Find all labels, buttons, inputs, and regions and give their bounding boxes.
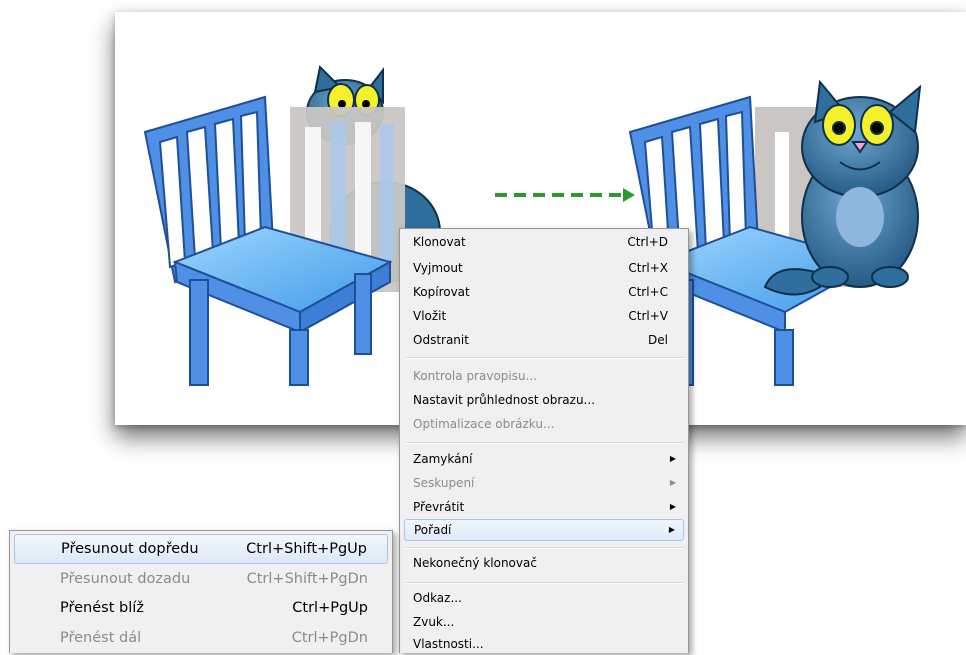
menu-item-odkaz[interactable]: Odkaz... — [404, 587, 684, 609]
submenu-item-prenest-dal[interactable]: Přenést dál Ctrl+PgDn — [14, 623, 388, 653]
menu-item-kopirovat[interactable]: Kopírovat Ctrl+C — [404, 281, 684, 303]
menu-item-vlastnosti[interactable]: Vlastnosti... — [404, 633, 684, 655]
submenu-item-presunout-dopredu[interactable]: Přesunout dopředu Ctrl+Shift+PgUp — [14, 534, 388, 564]
submenu-shortcut: Ctrl+Shift+PgUp — [246, 541, 367, 557]
menu-item-optimalizace-obrazku[interactable]: Optimalizace obrázku... — [404, 413, 684, 435]
menu-item-nekonecny-klonovac[interactable]: Nekonečný klonovač — [404, 552, 684, 574]
menu-label: Vlastnosti... — [413, 637, 484, 651]
menu-label: Optimalizace obrázku... — [413, 417, 555, 431]
menu-label: Zamykání — [413, 452, 473, 466]
left-scene — [143, 64, 441, 386]
submenu-shortcut: Ctrl+PgUp — [292, 600, 368, 616]
order-submenu: Přesunout dopředu Ctrl+Shift+PgUp Přesuno… — [9, 530, 393, 653]
menu-label: Převrátit — [413, 500, 465, 514]
menu-item-vlozit[interactable]: Vložit Ctrl+V — [404, 305, 684, 327]
menu-item-zamykani[interactable]: Zamykání ▶ — [404, 448, 684, 470]
menu-shortcut: Ctrl+C — [628, 285, 668, 299]
menu-separator — [406, 357, 684, 359]
menu-label: Vložit — [413, 309, 447, 323]
menu-label: Odstranit — [413, 333, 469, 347]
triangle-right-icon: ▶ — [669, 502, 676, 511]
triangle-right-icon: ▶ — [669, 454, 676, 463]
submenu-label: Přenést blíž — [60, 600, 144, 616]
submenu-item-presunout-dozadu[interactable]: Přesunout dozadu Ctrl+Shift+PgDn — [14, 564, 388, 594]
menu-item-prevratit[interactable]: Převrátit ▶ — [404, 496, 684, 518]
submenu-label: Přesunout dozadu — [60, 571, 191, 587]
menu-separator — [406, 442, 684, 444]
menu-separator — [406, 582, 684, 584]
triangle-right-icon: ▶ — [669, 478, 676, 487]
menu-label: Zvuk... — [413, 615, 455, 629]
menu-label: Nekonečný klonovač — [413, 556, 537, 570]
menu-item-klonovat[interactable]: Klonovat Ctrl+D — [404, 231, 684, 253]
submenu-shortcut: Ctrl+Shift+PgDn — [246, 571, 368, 587]
menu-label: Klonovat — [413, 235, 466, 249]
submenu-label: Přesunout dopředu — [61, 541, 199, 557]
context-menu: Klonovat Ctrl+D Vyjmout Ctrl+X Kopírovat Ct… — [399, 228, 689, 653]
menu-item-poradi[interactable]: Pořadí ▶ — [404, 519, 684, 541]
dashed-arrow — [495, 188, 635, 202]
menu-item-odstranit[interactable]: Odstranit Del — [404, 329, 684, 351]
menu-shortcut: Ctrl+X — [628, 261, 668, 275]
menu-item-zvuk[interactable]: Zvuk... — [404, 611, 684, 633]
menu-separator — [406, 547, 684, 549]
menu-label: Odkaz... — [413, 591, 462, 605]
menu-label: Seskupení — [413, 476, 475, 490]
menu-item-vyjmout[interactable]: Vyjmout Ctrl+X — [404, 257, 684, 279]
menu-label: Nastavit průhlednost obrazu... — [413, 393, 596, 407]
menu-item-nastavit-pruhlednost[interactable]: Nastavit průhlednost obrazu... — [404, 389, 684, 411]
triangle-right-icon: ▶ — [668, 525, 675, 534]
menu-label: Kontrola pravopisu... — [413, 369, 538, 383]
submenu-shortcut: Ctrl+PgDn — [291, 630, 368, 646]
menu-shortcut: Ctrl+D — [627, 235, 668, 249]
submenu-label: Přenést dál — [60, 630, 142, 646]
menu-label: Pořadí — [414, 523, 452, 537]
menu-item-seskupeni[interactable]: Seskupení ▶ — [404, 472, 684, 494]
menu-item-kontrola-pravopisu[interactable]: Kontrola pravopisu... — [404, 365, 684, 387]
menu-shortcut: Del — [648, 333, 668, 347]
submenu-item-prenest-bliz[interactable]: Přenést blíž Ctrl+PgUp — [14, 593, 388, 623]
menu-label: Kopírovat — [413, 285, 470, 299]
menu-shortcut: Ctrl+V — [628, 309, 668, 323]
menu-label: Vyjmout — [413, 261, 463, 275]
